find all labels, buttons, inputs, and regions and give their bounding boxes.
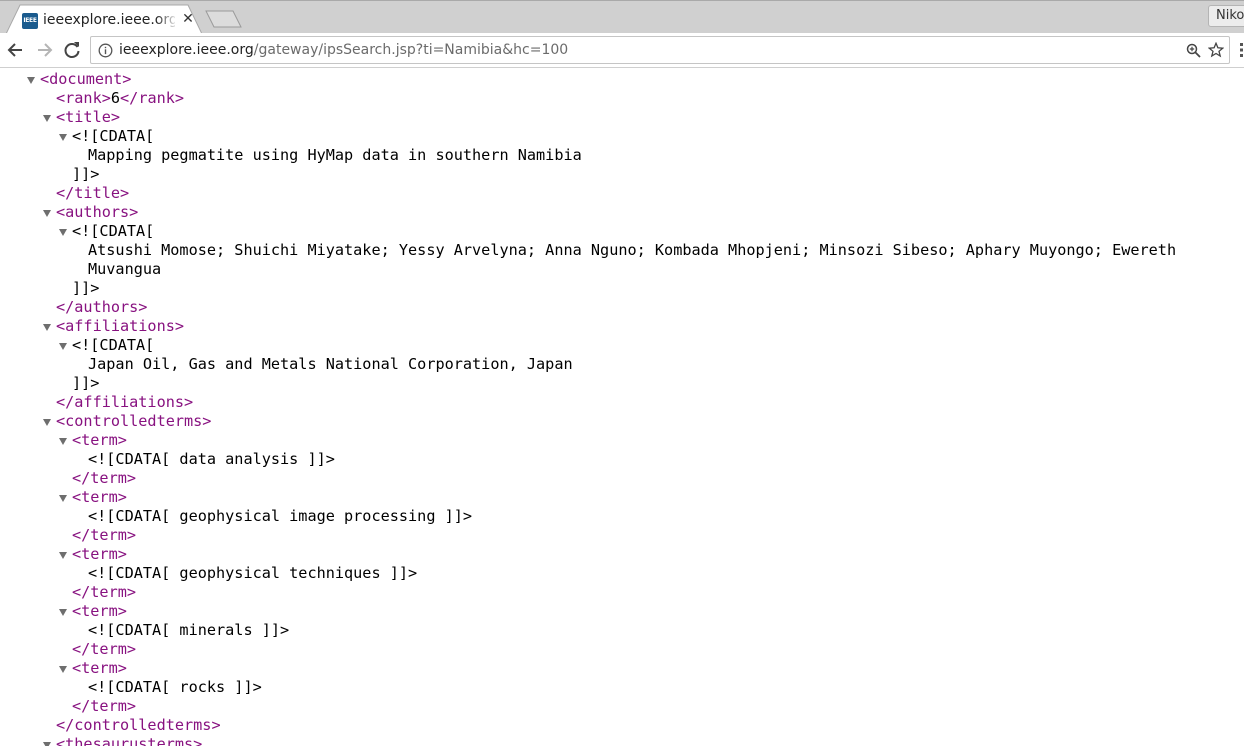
term-close-tag: </term> — [72, 583, 137, 601]
term-close-tag: </term> — [72, 697, 137, 715]
arrow-left-icon[interactable] — [6, 40, 26, 60]
title-close-tag: </title> — [56, 184, 130, 202]
collapse-arrow-icon[interactable] — [59, 666, 67, 673]
browser-toolbar: ieeexplore.ieee.org/gateway/ipsSearch.js… — [0, 33, 1244, 68]
ieee-favicon-icon: IEEE — [22, 13, 38, 29]
title-open-tag: <title> — [56, 108, 121, 126]
url-path: /gateway/ipsSearch.jsp?ti=Namibia&hc=100 — [253, 42, 569, 58]
title-cdata-open: <![CDATA[ — [72, 127, 155, 145]
tab-close-icon[interactable]: ✕ — [180, 10, 196, 28]
collapse-arrow-icon[interactable] — [43, 210, 51, 217]
authors-close-tag: </authors> — [56, 298, 148, 316]
collapse-arrow-icon[interactable] — [43, 115, 51, 122]
term-open-tag: <term> — [72, 545, 127, 563]
term-value: <![CDATA[ data analysis ]]> — [88, 450, 335, 468]
rank-value: 6 — [110, 89, 121, 107]
title-text: Mapping pegmatite using HyMap data in so… — [88, 146, 582, 164]
collapse-arrow-icon[interactable] — [59, 343, 67, 350]
term-value: <![CDATA[ rocks ]]> — [88, 678, 262, 696]
collapse-arrow-icon[interactable] — [59, 495, 67, 502]
affiliations-close-tag: </affiliations> — [56, 393, 194, 411]
arrow-right-icon[interactable] — [34, 40, 54, 60]
new-tab-button[interactable] — [205, 9, 243, 29]
tab-strip: IEEE ieeexplore.ieee.org/gateway/ipsSear… — [0, 0, 1244, 34]
authors-text-line2: Muvangua — [88, 260, 162, 278]
profile-button[interactable]: Niko — [1208, 5, 1244, 27]
collapse-arrow-icon[interactable] — [43, 324, 51, 331]
term-value: <![CDATA[ geophysical image processing ]… — [88, 507, 473, 525]
rank-open-tag: <rank> — [56, 89, 111, 107]
term-close-tag: </term> — [72, 526, 137, 544]
affiliations-text: Japan Oil, Gas and Metals National Corpo… — [88, 355, 573, 373]
affiliations-cdata-close: ]]> — [72, 374, 100, 392]
star-icon[interactable] — [1208, 42, 1224, 58]
info-icon[interactable] — [98, 43, 113, 58]
reload-icon[interactable] — [62, 40, 82, 60]
zoom-icon[interactable] — [1186, 43, 1201, 58]
rank-close-tag: </rank> — [120, 89, 185, 107]
collapse-arrow-icon[interactable] — [59, 609, 67, 616]
url-text: ieeexplore.ieee.org/gateway/ipsSearch.js… — [119, 37, 568, 63]
tab-title-fade — [156, 10, 178, 30]
collapse-arrow-icon[interactable] — [59, 438, 67, 445]
term-open-tag: <term> — [72, 488, 127, 506]
controlledterms-close-tag: </controlledterms> — [56, 716, 221, 734]
collapse-arrow-icon[interactable] — [43, 419, 51, 426]
collapse-arrow-icon[interactable] — [59, 552, 67, 559]
term-open-tag: <term> — [72, 602, 127, 620]
term-close-tag: </term> — [72, 469, 137, 487]
xml-viewer: <document> <rank>6</rank> <title> <![CDA… — [0, 70, 1244, 746]
term-close-tag: </term> — [72, 640, 137, 658]
browser-tab[interactable]: IEEE ieeexplore.ieee.org/gateway/ipsSear… — [6, 4, 202, 34]
authors-text-line1: Atsushi Momose; Shuichi Miyatake; Yessy … — [88, 241, 1177, 259]
authors-cdata-close: ]]> — [72, 279, 100, 297]
thesaurusterms-open-tag: <thesaurusterms> — [56, 735, 203, 746]
document-open-tag: <document> — [40, 70, 132, 88]
term-value: <![CDATA[ geophysical techniques ]]> — [88, 564, 418, 582]
affiliations-cdata-open: <![CDATA[ — [72, 336, 155, 354]
title-cdata-close: ]]> — [72, 165, 100, 183]
authors-open-tag: <authors> — [56, 203, 139, 221]
collapse-arrow-icon[interactable] — [27, 77, 35, 84]
term-open-tag: <term> — [72, 659, 127, 677]
url-host: ieeexplore.ieee.org — [119, 42, 254, 58]
collapse-arrow-icon[interactable] — [43, 742, 51, 746]
authors-cdata-open: <![CDATA[ — [72, 222, 155, 240]
rank-line: <rank>6</rank> — [56, 89, 184, 108]
collapse-arrow-icon[interactable] — [59, 229, 67, 236]
term-open-tag: <term> — [72, 431, 127, 449]
term-value: <![CDATA[ minerals ]]> — [88, 621, 290, 639]
controlledterms-open-tag: <controlledterms> — [56, 412, 212, 430]
collapse-arrow-icon[interactable] — [59, 134, 67, 141]
affiliations-open-tag: <affiliations> — [56, 317, 185, 335]
address-bar[interactable]: ieeexplore.ieee.org/gateway/ipsSearch.js… — [90, 36, 1230, 64]
menu-icon[interactable] — [1238, 42, 1244, 58]
